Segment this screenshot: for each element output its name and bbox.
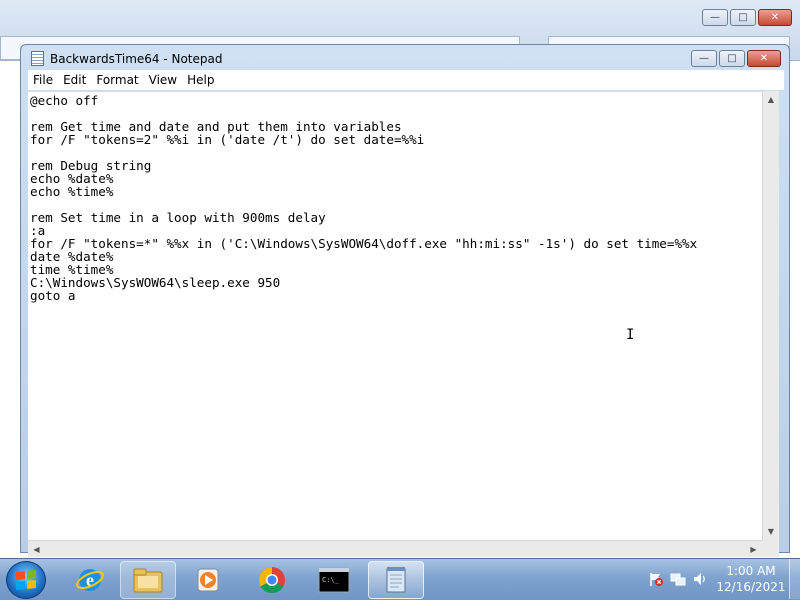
show-desktop-button[interactable] [789,559,800,599]
background-minimize-button[interactable]: — [702,9,728,26]
internet-explorer-icon[interactable]: e [62,561,118,599]
scroll-right-icon[interactable]: ▶ [745,541,762,557]
background-maximize-button[interactable]: □ [730,9,756,26]
media-player-icon[interactable] [180,561,236,599]
vertical-scrollbar[interactable]: ▲ ▼ [762,91,779,540]
close-button[interactable]: ✕ [747,50,781,67]
svg-text:C:\_: C:\_ [322,576,340,584]
menu-file[interactable]: File [28,73,58,87]
scrollbar-corner [762,540,779,557]
notepad-app-icon[interactable] [31,51,44,66]
system-tray: 1:00 AM 12/16/2021 [648,559,800,599]
taskbar: e C:\_ 1:00 AM 12/16/2021 [0,558,800,600]
horizontal-scrollbar[interactable]: ◀ ▶ [28,540,762,557]
window-title: BackwardsTime64 - Notepad [50,51,223,66]
action-center-flag-icon[interactable] [648,571,664,587]
menu-view[interactable]: View [144,73,182,87]
chrome-icon[interactable] [244,561,300,599]
clock-date: 12/16/2021 [716,580,786,594]
scroll-left-icon[interactable]: ◀ [28,541,45,557]
menu-format[interactable]: Format [91,73,143,87]
scroll-down-icon[interactable]: ▼ [763,523,779,540]
file-explorer-icon[interactable] [120,561,176,599]
menu-bar: File Edit Format View Help [28,70,784,90]
network-icon[interactable] [670,571,686,587]
menu-edit[interactable]: Edit [58,73,91,87]
clock-time: 1:00 AM [726,564,776,578]
minimize-button[interactable]: — [691,50,717,67]
title-bar[interactable]: BackwardsTime64 - Notepad [31,51,222,66]
notepad-icon[interactable] [368,561,424,599]
background-close-button[interactable]: ✕ [758,9,792,26]
command-prompt-icon[interactable]: C:\_ [306,561,362,599]
text-editor[interactable]: @echo off rem Get time and date and put … [28,91,762,541]
menu-help[interactable]: Help [182,73,219,87]
volume-icon[interactable] [692,571,708,587]
scroll-up-icon[interactable]: ▲ [763,91,779,108]
text-cursor-icon: I [626,327,635,343]
windows-start-icon[interactable] [6,561,46,599]
maximize-button[interactable]: □ [719,50,745,67]
editor-text[interactable]: @echo off rem Get time and date and put … [28,92,762,302]
taskbar-clock[interactable]: 1:00 AM 12/16/2021 [714,563,788,595]
